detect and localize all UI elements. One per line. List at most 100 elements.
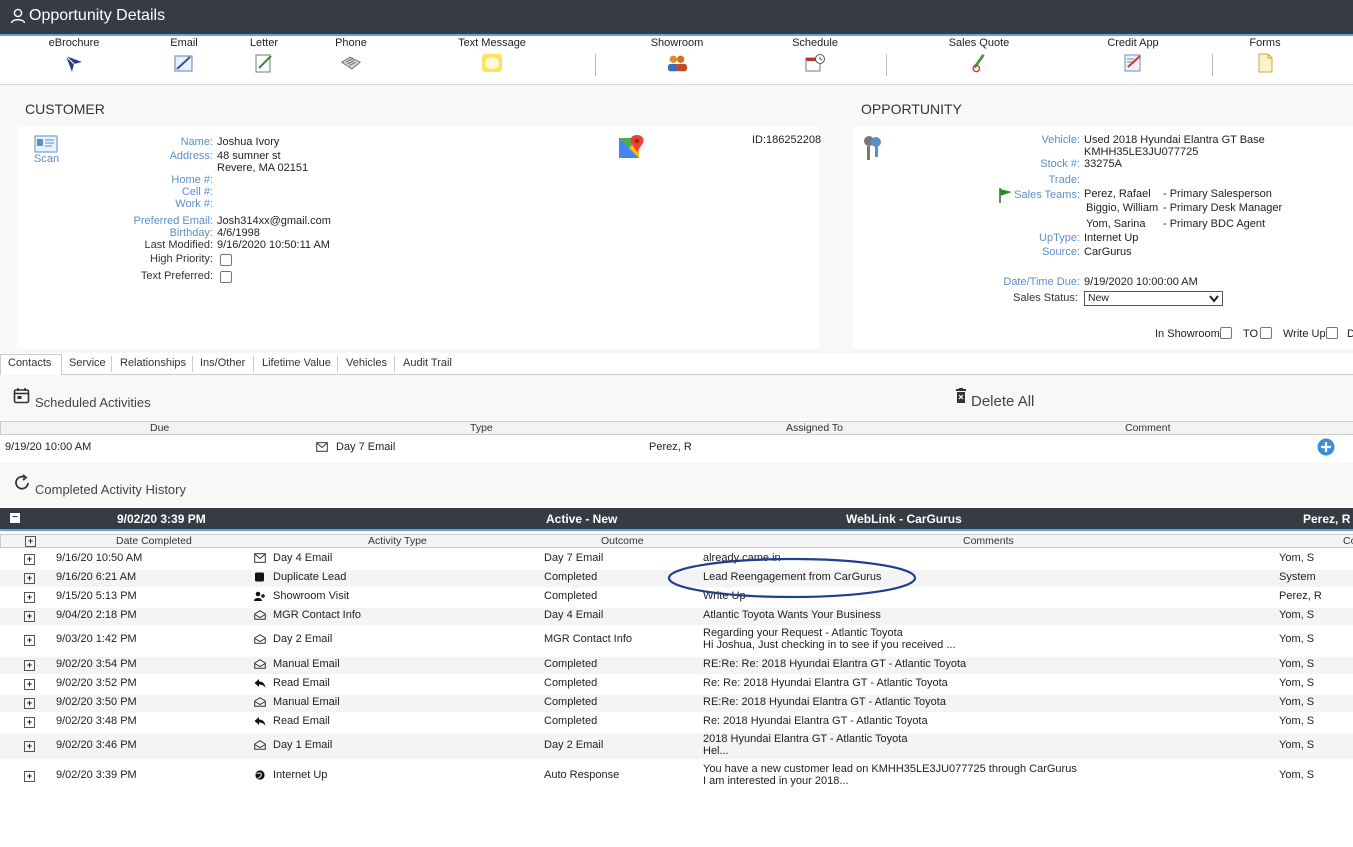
- group-source: WebLink - CarGurus: [846, 512, 962, 526]
- history-group-bar[interactable]: − 9/02/20 3:39 PM Active - New WebLink -…: [0, 508, 1353, 531]
- expand-all-icon[interactable]: +: [25, 536, 36, 547]
- history-row[interactable]: +9/02/20 3:39 PM Internet Up Auto Response…: [0, 763, 1353, 789]
- group-owner: Perez, R: [1303, 512, 1351, 526]
- text-preferred-checkbox[interactable]: [220, 271, 232, 283]
- tab-contacts[interactable]: Contacts: [8, 357, 51, 369]
- expand-row-icon[interactable]: +: [24, 592, 35, 603]
- history-row[interactable]: +9/04/20 2:18 PM MGR Contact Info Day 4 Em…: [0, 608, 1353, 625]
- expand-row-icon[interactable]: +: [24, 611, 35, 622]
- group-date: 9/02/20 3:39 PM: [117, 512, 206, 526]
- history-activity-type: Read Email: [273, 677, 330, 689]
- tab-divider: [111, 356, 112, 372]
- sales-quote-button[interactable]: Sales Quote: [939, 36, 1019, 76]
- scheduled-due: 9/19/20 10:00 AM: [5, 441, 92, 453]
- credit-app-button[interactable]: Credit App: [1093, 36, 1173, 76]
- home-phone-label: Home #:: [171, 174, 213, 186]
- history-comment: Regarding your Request - Atlantic Toyota: [703, 627, 903, 639]
- letter-button[interactable]: Letter: [224, 36, 304, 76]
- history-date: 9/03/20 1:42 PM: [56, 633, 137, 645]
- history-date: 9/02/20 3:50 PM: [56, 696, 137, 708]
- history-row[interactable]: +9/02/20 3:54 PM Manual Email Completed RE:…: [0, 657, 1353, 674]
- history-outcome: Day 2 Email: [544, 739, 604, 751]
- history-comment: Atlantic Toyota Wants Your Business: [703, 609, 881, 621]
- text-preferred-label: Text Preferred:: [140, 270, 213, 282]
- tab-ins-other[interactable]: Ins/Other: [200, 357, 245, 369]
- team-member-role: - Primary BDC Agent: [1163, 218, 1266, 230]
- detail-tabs: Contacts Service Relationships Ins/Other…: [0, 354, 1353, 376]
- column-outcome[interactable]: Outcome: [601, 535, 644, 547]
- tab-vehicles[interactable]: Vehicles: [346, 357, 387, 369]
- envelope-open-icon: [254, 740, 266, 750]
- forms-label: Forms: [1249, 37, 1281, 49]
- history-completed-by: Yom, S: [1279, 609, 1315, 621]
- expand-row-icon[interactable]: +: [24, 679, 35, 690]
- expand-row-icon[interactable]: +: [24, 741, 35, 752]
- to-checkbox[interactable]: [1260, 327, 1272, 339]
- ebrochure-button[interactable]: eBrochure: [34, 36, 114, 76]
- history-completed-by: System: [1279, 571, 1316, 583]
- group-status: Active - New: [546, 512, 618, 526]
- scheduled-column-header: Due Type Assigned To Comment: [0, 421, 1353, 435]
- column-type[interactable]: Type: [470, 422, 493, 434]
- history-row[interactable]: +9/02/20 3:50 PM Manual Email Completed RE:…: [0, 695, 1353, 712]
- envelope-open-icon: [254, 634, 266, 644]
- history-outcome: Completed: [544, 658, 598, 670]
- history-completed-by: Perez, R: [1279, 590, 1322, 602]
- column-activity-type[interactable]: Activity Type: [368, 535, 427, 547]
- text-message-button[interactable]: Text Message: [452, 36, 532, 76]
- column-due[interactable]: Due: [150, 422, 169, 434]
- tab-lifetime-value[interactable]: Lifetime Value: [262, 357, 331, 369]
- envelope-icon: [316, 442, 328, 452]
- tab-service[interactable]: Service: [69, 357, 106, 369]
- last-modified: 9/16/2020 10:50:11 AM: [217, 239, 330, 251]
- showroom-button[interactable]: Showroom: [637, 36, 717, 76]
- expand-row-icon[interactable]: +: [24, 660, 35, 671]
- expand-row-icon[interactable]: +: [24, 698, 35, 709]
- trash-icon[interactable]: [955, 388, 967, 404]
- google-maps-icon[interactable]: [618, 134, 646, 160]
- sales-status-select[interactable]: New: [1084, 291, 1223, 306]
- phone-button[interactable]: Phone: [311, 36, 391, 76]
- customer-email[interactable]: Josh314xx@gmail.com: [217, 215, 331, 227]
- forms-button[interactable]: Forms: [1225, 36, 1305, 76]
- tab-relationships[interactable]: Relationships: [120, 357, 186, 369]
- scheduled-header-background: [0, 375, 1353, 419]
- email-button[interactable]: Email: [144, 36, 224, 76]
- delete-all-button[interactable]: Delete All: [971, 393, 1034, 410]
- write-up-checkbox[interactable]: [1326, 327, 1338, 339]
- column-assigned-to[interactable]: Assigned To: [786, 422, 843, 434]
- history-row[interactable]: +9/02/20 3:46 PM Day 1 Email Day 2 Email 20…: [0, 733, 1353, 759]
- in-showroom-checkbox[interactable]: [1220, 327, 1232, 339]
- expand-row-icon[interactable]: +: [24, 717, 35, 728]
- column-comments[interactable]: Comments: [963, 535, 1014, 547]
- history-outcome: Auto Response: [544, 769, 620, 781]
- column-comment[interactable]: Comment: [1125, 422, 1171, 434]
- source-label: Source:: [1042, 246, 1080, 258]
- address-line2: Revere, MA 02151: [217, 162, 309, 174]
- scan-link[interactable]: Scan: [34, 153, 59, 165]
- scheduled-row[interactable]: 9/19/20 10:00 AM Day 7 Email Perez, R: [0, 438, 1353, 459]
- work-phone-label: Work #:: [175, 198, 213, 210]
- scan-card-icon[interactable]: [34, 135, 58, 153]
- expand-row-icon[interactable]: +: [24, 573, 35, 584]
- history-row[interactable]: +9/02/20 3:52 PM Read Email Completed Re: R…: [0, 676, 1353, 693]
- vehicle-label: Vehicle:: [1041, 134, 1080, 146]
- column-date-completed[interactable]: Date Completed: [116, 535, 192, 547]
- customer-header: CUSTOMER: [25, 101, 105, 117]
- history-outcome: Day 4 Email: [544, 609, 604, 621]
- history-row[interactable]: +9/03/20 1:42 PM Day 2 Email MGR Contact I…: [0, 627, 1353, 653]
- high-priority-checkbox[interactable]: [220, 254, 232, 266]
- add-activity-icon[interactable]: [1317, 438, 1335, 456]
- expand-row-icon[interactable]: +: [24, 635, 35, 646]
- tab-divider: [337, 356, 338, 372]
- team-member-name: Perez, Rafael: [1084, 188, 1151, 200]
- completed-history-title: Completed Activity History: [35, 482, 186, 497]
- tab-audit-trail[interactable]: Audit Trail: [403, 357, 452, 369]
- schedule-button[interactable]: Schedule: [775, 36, 855, 76]
- history-row[interactable]: +9/02/20 3:48 PM Read Email Completed Re: 2…: [0, 714, 1353, 731]
- column-completed-by[interactable]: Co: [1343, 535, 1353, 547]
- collapse-icon[interactable]: −: [10, 513, 20, 523]
- expand-row-icon[interactable]: +: [24, 771, 35, 782]
- expand-row-icon[interactable]: +: [24, 554, 35, 565]
- customer-birthday: 4/6/1998: [217, 227, 260, 239]
